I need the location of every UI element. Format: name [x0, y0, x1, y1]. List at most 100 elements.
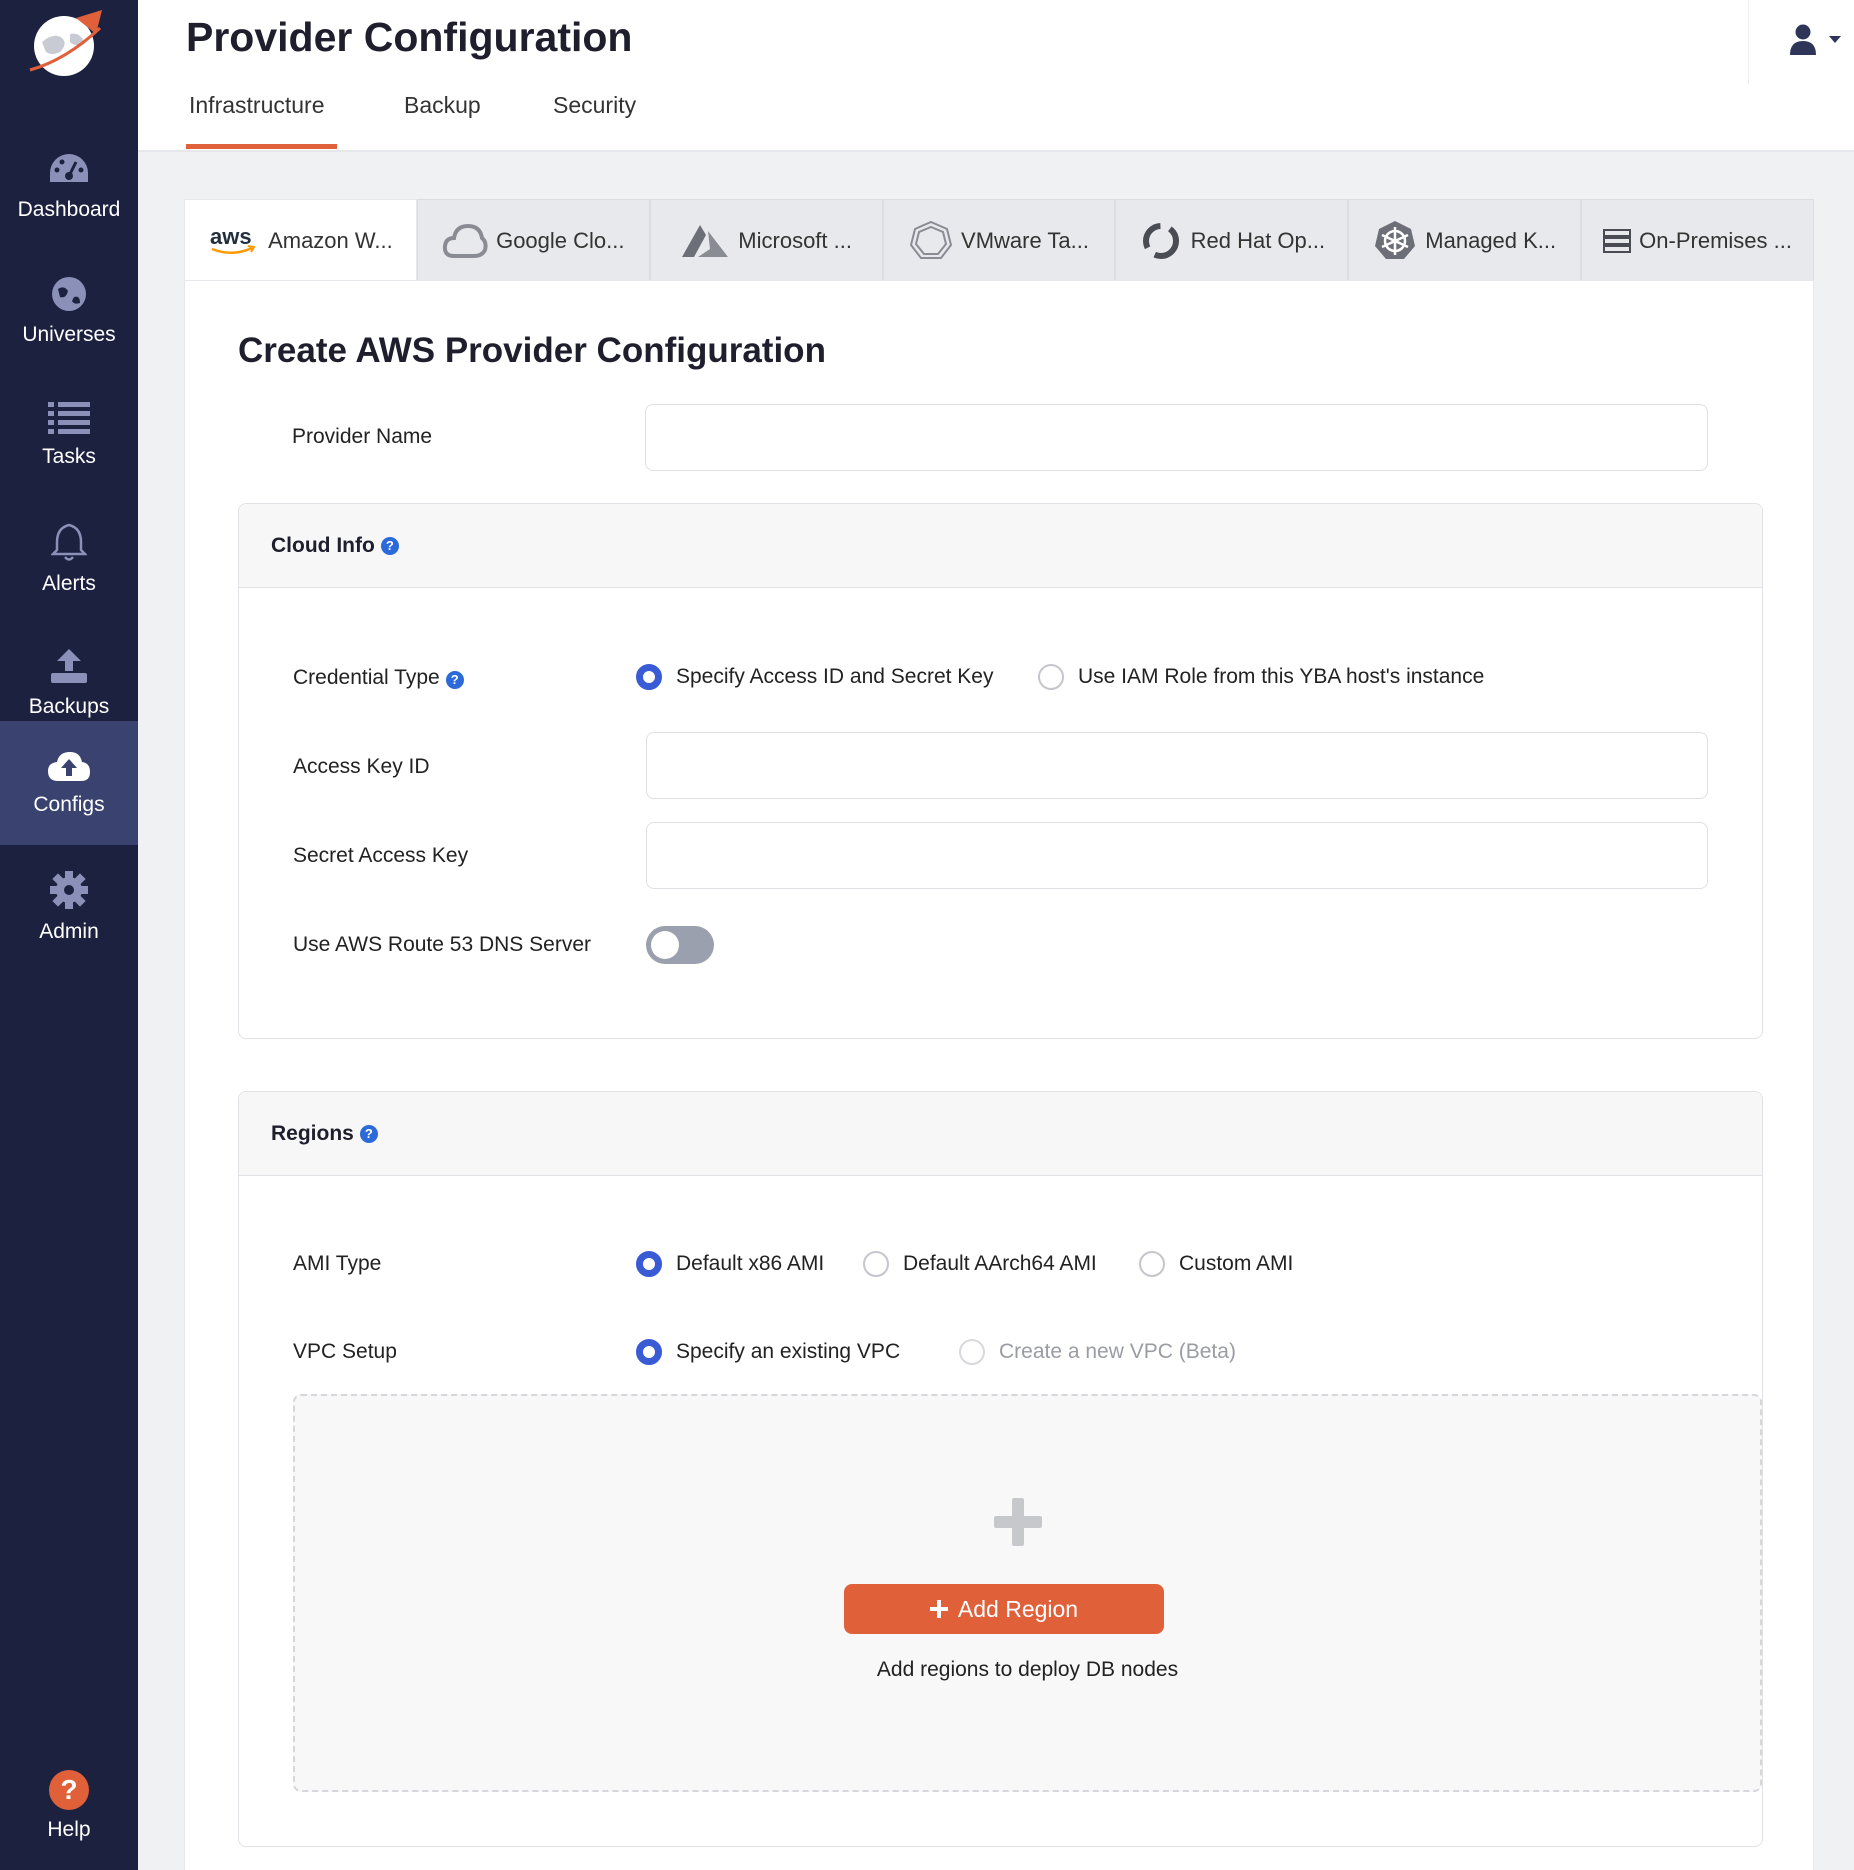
- radio-ami-aarch64[interactable]: Default AArch64 AMI: [863, 1251, 1097, 1277]
- sidebar-item-universes[interactable]: Universes: [0, 249, 138, 373]
- radio-selected-icon: [636, 664, 662, 690]
- provider-form-card: Create AWS Provider Configuration Provid…: [184, 280, 1814, 1870]
- radio-label: Specify an existing VPC: [676, 1340, 901, 1363]
- provider-tabs: aws Amazon W... Google Clo... Microsoft …: [184, 199, 1815, 281]
- radio-label: Create a new VPC (Beta): [999, 1340, 1236, 1363]
- sidebar-item-label: Tasks: [42, 445, 96, 468]
- globe-icon: [52, 277, 86, 311]
- radio-ami-x86[interactable]: Default x86 AMI: [636, 1251, 824, 1277]
- regions-header: Regions ?: [239, 1092, 1762, 1176]
- add-region-button[interactable]: Add Region: [844, 1584, 1164, 1634]
- provider-tab-aws[interactable]: aws Amazon W...: [184, 199, 417, 281]
- upload-icon: [51, 649, 87, 683]
- sidebar-item-dashboard[interactable]: Dashboard: [0, 125, 138, 249]
- list-icon: [48, 402, 90, 434]
- provider-tab-kubernetes[interactable]: Managed K...: [1348, 199, 1582, 281]
- active-tab-indicator: [186, 144, 337, 149]
- radio-vpc-new: Create a new VPC (Beta): [959, 1339, 1236, 1365]
- question-icon: ?: [49, 1770, 89, 1810]
- sidebar-item-label: Backups: [28, 695, 110, 718]
- regions-title: Regions: [271, 1121, 354, 1145]
- route53-label: Use AWS Route 53 DNS Server: [293, 933, 591, 956]
- provider-tab-vmware[interactable]: VMware Ta...: [882, 199, 1116, 281]
- openshift-icon: [1142, 222, 1179, 259]
- help-icon[interactable]: ?: [380, 536, 399, 555]
- radio-label: Default x86 AMI: [676, 1252, 825, 1275]
- radio-label: Use IAM Role from this YBA host's instan…: [1078, 665, 1485, 688]
- provider-tab-label: Google Clo...: [496, 227, 625, 253]
- user-icon: [1790, 24, 1816, 55]
- radio-selected-icon: [636, 1339, 662, 1365]
- radio-credential-iam-role[interactable]: Use IAM Role from this YBA host's instan…: [1038, 664, 1484, 690]
- page-header: Provider Configuration Infrastructure Ba…: [138, 0, 1854, 152]
- cloud-info-section: Cloud Info ? Credential Type? Specify Ac…: [238, 503, 1763, 1039]
- user-menu[interactable]: [1748, 0, 1854, 84]
- sidebar-item-admin[interactable]: Admin: [0, 845, 138, 969]
- region-dropzone: Add Region Add regions to deploy DB node…: [293, 1394, 1762, 1792]
- radio-unselected-icon: [1139, 1251, 1165, 1277]
- sidebar-item-label: Configs: [33, 793, 105, 816]
- sidebar-item-label: Admin: [39, 920, 99, 943]
- cloud-upload-icon: [48, 752, 90, 781]
- page-title: Provider Configuration: [186, 14, 633, 60]
- radio-label: Default AArch64 AMI: [903, 1252, 1097, 1275]
- plus-icon: [929, 1600, 948, 1618]
- sidebar: Dashboard Universes Tasks Alerts Backups…: [0, 0, 138, 1870]
- sidebar-item-label: Alerts: [42, 572, 96, 595]
- sidebar-item-alerts[interactable]: Alerts: [0, 497, 138, 621]
- cloud-info-title: Cloud Info: [271, 533, 375, 557]
- sidebar-item-label: Dashboard: [17, 198, 121, 221]
- plus-icon: [994, 1498, 1042, 1546]
- tab-backup[interactable]: Backup: [404, 92, 481, 119]
- provider-tab-openshift[interactable]: Red Hat Op...: [1115, 199, 1349, 281]
- radio-selected-icon: [636, 1251, 662, 1277]
- add-region-hint: Add regions to deploy DB nodes: [876, 1658, 1179, 1681]
- bell-icon: [51, 523, 87, 561]
- credential-type-label: Credential Type?: [293, 666, 464, 690]
- credential-type-label-text: Credential Type: [293, 666, 440, 689]
- gcp-icon: [443, 223, 488, 258]
- toggle-knob: [651, 931, 679, 959]
- dashboard-icon: [50, 154, 88, 182]
- access-key-input[interactable]: [646, 732, 1708, 799]
- provider-name-label: Provider Name: [292, 425, 433, 448]
- provider-tab-label: Microsoft ...: [738, 227, 852, 253]
- add-region-label: Add Region: [957, 1595, 1079, 1622]
- radio-unselected-icon: [863, 1251, 889, 1277]
- secret-key-input[interactable]: [646, 822, 1708, 889]
- ami-type-label: AMI Type: [293, 1252, 382, 1275]
- help-icon[interactable]: ?: [359, 1124, 378, 1143]
- server-icon: [1603, 228, 1632, 253]
- provider-tab-label: VMware Ta...: [961, 227, 1089, 253]
- provider-tab-azure[interactable]: Microsoft ...: [649, 199, 883, 281]
- sidebar-item-tasks[interactable]: Tasks: [0, 373, 138, 497]
- sidebar-item-configs[interactable]: Configs: [0, 721, 138, 845]
- azure-icon: [682, 224, 729, 257]
- radio-credential-access-key[interactable]: Specify Access ID and Secret Key: [636, 664, 993, 690]
- gear-icon: [50, 871, 88, 909]
- provider-tab-onprem[interactable]: On-Premises ...: [1581, 199, 1815, 281]
- radio-unselected-icon: [1038, 664, 1064, 690]
- help-icon[interactable]: ?: [445, 670, 464, 689]
- yugabyte-logo[interactable]: [26, 8, 106, 78]
- form-title: Create AWS Provider Configuration: [238, 331, 826, 370]
- vpc-setup-label: VPC Setup: [293, 1340, 397, 1363]
- provider-tab-label: Managed K...: [1425, 227, 1557, 253]
- help-button[interactable]: ? Help: [0, 1770, 138, 1865]
- tab-infrastructure[interactable]: Infrastructure: [189, 92, 325, 119]
- caret-down-icon: [1829, 36, 1841, 43]
- provider-name-input[interactable]: [645, 404, 1708, 471]
- route53-toggle[interactable]: [646, 926, 714, 964]
- provider-tab-label: Red Hat Op...: [1190, 227, 1326, 253]
- provider-tab-gcp[interactable]: Google Clo...: [416, 199, 650, 281]
- cloud-info-header: Cloud Info ?: [239, 504, 1762, 588]
- svg-text:aws: aws: [210, 224, 252, 249]
- radio-label: Specify Access ID and Secret Key: [676, 665, 994, 688]
- vmware-icon: [909, 220, 953, 259]
- help-label: Help: [47, 1818, 91, 1841]
- radio-ami-custom[interactable]: Custom AMI: [1139, 1251, 1293, 1277]
- radio-vpc-existing[interactable]: Specify an existing VPC: [636, 1339, 900, 1365]
- provider-tab-label: Amazon W...: [268, 227, 393, 253]
- tab-security[interactable]: Security: [553, 92, 636, 119]
- secret-key-label: Secret Access Key: [293, 844, 469, 867]
